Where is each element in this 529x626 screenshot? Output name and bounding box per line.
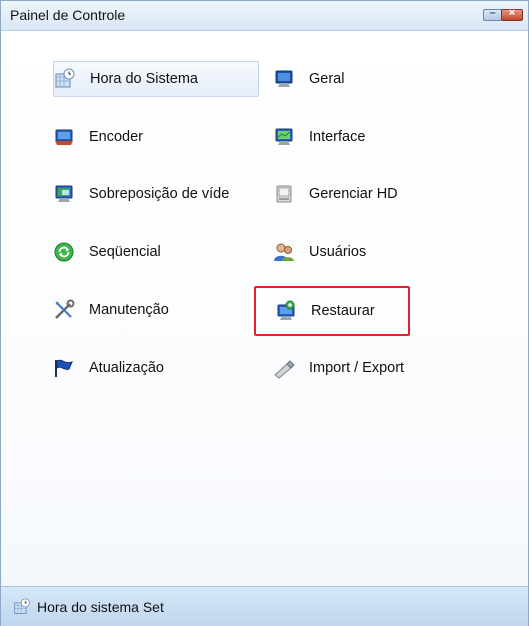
menu-item-gerenciar-hd[interactable]: Gerenciar HD [254, 176, 410, 212]
control-panel-window: Painel de Controle – × Hora do Sistema G… [0, 0, 529, 626]
status-text: Hora do sistema Set [37, 598, 164, 615]
clock-calendar-icon [14, 597, 30, 614]
menu-item-usuarios[interactable]: Usuários [254, 234, 410, 270]
sequence-refresh-icon [54, 242, 74, 262]
menu-item-import-export[interactable]: Import / Export [254, 350, 410, 386]
menu-item-label: Usuários [309, 244, 367, 260]
users-icon [274, 243, 294, 261]
menu-item-label: Geral [309, 71, 345, 87]
menu-item-label: Sobreposição de víde [89, 186, 230, 202]
menu-item-atualizacao[interactable]: Atualização [53, 350, 259, 386]
menu-item-label: Import / Export [309, 360, 405, 376]
monitor-encoder-icon [55, 129, 73, 145]
menu-item-label: Seqüencial [89, 244, 161, 260]
menu-item-interface[interactable]: Interface [254, 119, 410, 155]
menu-item-label: Encoder [89, 129, 144, 145]
menu-item-label: Atualização [89, 360, 164, 376]
hard-disk-icon [276, 185, 292, 203]
menu-item-hora-do-sistema[interactable]: Hora do Sistema [53, 61, 259, 97]
monitor-interface-icon [275, 128, 293, 145]
menu-item-label: Hora do Sistema [90, 71, 198, 87]
menu-grid: Hora do Sistema Geral Encoder Interface … [1, 31, 528, 586]
restore-icon [277, 300, 295, 320]
video-overlay-icon [55, 185, 73, 202]
minimize-button[interactable]: – [483, 7, 502, 21]
window-title: Painel de Controle [10, 7, 126, 23]
menu-item-sequencial[interactable]: Seqüencial [53, 234, 259, 270]
status-bar: Hora do sistema Set [1, 586, 528, 626]
minimize-icon: – [489, 7, 496, 19]
menu-item-label: Restaurar [311, 303, 375, 319]
update-flag-icon [55, 359, 73, 377]
menu-item-encoder[interactable]: Encoder [53, 119, 259, 155]
monitor-settings-icon [275, 70, 293, 87]
menu-item-restaurar[interactable]: Restaurar [254, 286, 410, 336]
menu-item-label: Manutenção [89, 302, 169, 318]
tools-icon [55, 299, 75, 319]
menu-item-manutencao[interactable]: Manutenção [53, 292, 259, 328]
menu-item-geral[interactable]: Geral [254, 61, 410, 97]
clock-calendar-icon [55, 68, 75, 88]
close-icon: × [508, 7, 516, 19]
menu-item-sobreposicao-de-video[interactable]: Sobreposição de víde [53, 176, 259, 212]
usb-drive-icon [274, 360, 295, 379]
menu-item-label: Interface [309, 129, 366, 145]
close-button[interactable]: × [501, 7, 523, 21]
title-bar: Painel de Controle – × [1, 1, 528, 31]
menu-item-label: Gerenciar HD [309, 186, 398, 202]
